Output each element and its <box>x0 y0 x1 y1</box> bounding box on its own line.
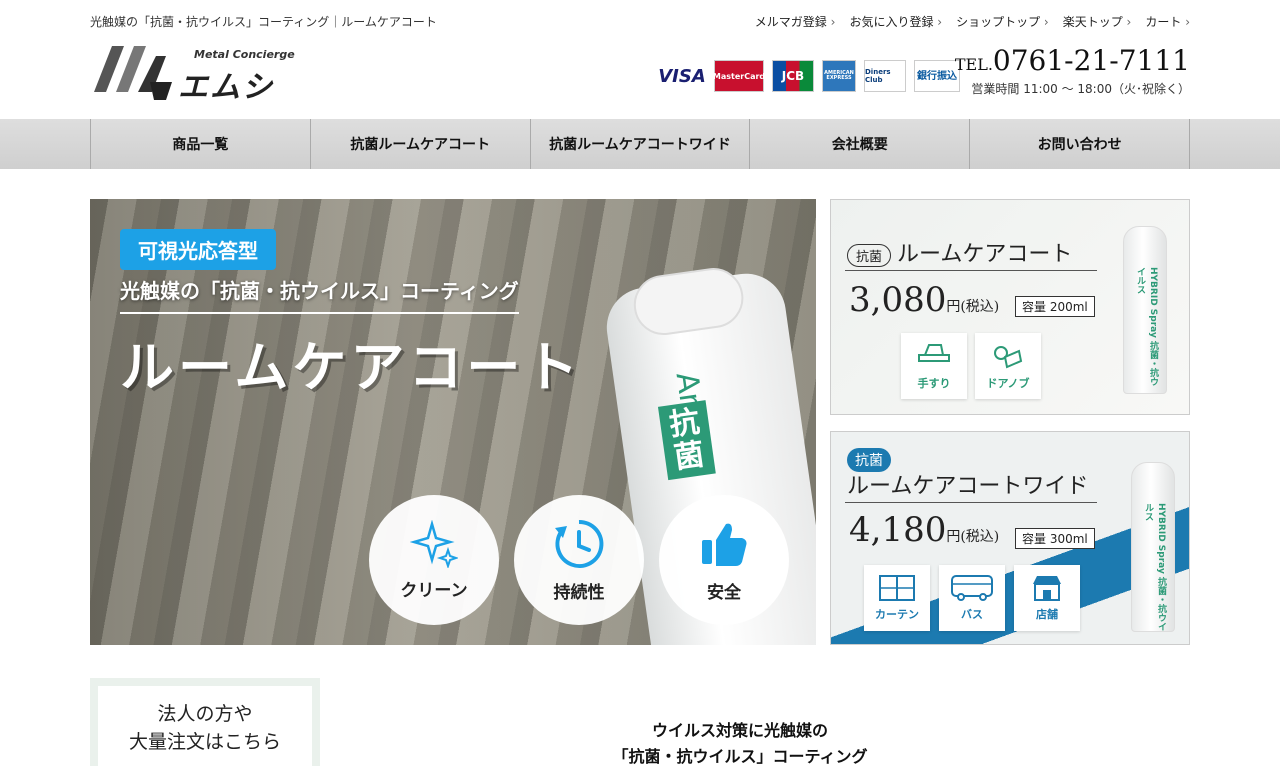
use-curtain: カーテン <box>864 565 930 631</box>
feature-clean-label: クリーン <box>400 580 468 601</box>
link-shop-top[interactable]: ショップトップ <box>956 13 1049 30</box>
clock-icon <box>555 519 604 568</box>
nav-products[interactable]: 商品一覧 <box>90 119 310 169</box>
use-label: 手すり <box>917 377 951 390</box>
feature-durability-label: 持続性 <box>553 582 605 603</box>
product-card-room-care-coat[interactable]: 抗菌 ルームケアコート 3,080円(税込) 容量 200ml 手すり ドアノブ … <box>830 199 1190 415</box>
global-nav: 商品一覧 抗菌ルームケアコート 抗菌ルームケアコートワイド 会社概要 お問い合わ… <box>0 119 1280 169</box>
mastercard-icon: MasterCard <box>713 60 765 92</box>
feature-durability: 持続性 <box>514 495 644 625</box>
business-hours: 営業時間 11:00 ～ 18:00（火･祝除く） <box>971 82 1190 96</box>
bottle-label: HYBRID Spray 抗菌・抗ウイルス <box>1135 267 1158 386</box>
price-value: 3,080 <box>849 280 947 320</box>
logo-subtitle: Metal Concierge <box>194 48 295 61</box>
use-label: バス <box>961 608 983 621</box>
hero-banner[interactable]: Antiv 抗菌 可視光応答型 光触媒の「抗菌・抗ウイルス」コーティング ルーム… <box>90 199 816 645</box>
price-value: 4,180 <box>849 510 947 550</box>
price-unit: 円(税込) <box>946 529 1000 545</box>
use-doorknob: ドアノブ <box>975 333 1041 399</box>
product-volume: 容量 300ml <box>1015 528 1095 549</box>
hero-badge: 可視光応答型 <box>120 229 276 270</box>
product-price: 3,080円(税込) <box>849 280 999 320</box>
bottle-label: HYBRID Spray 抗菌・抗ウイルス <box>1143 503 1166 631</box>
payment-methods: VISA MasterCard JCB AMERICAN EXPRESS Din… <box>658 60 960 92</box>
nav-contact[interactable]: お問い合わせ <box>969 119 1190 169</box>
product-volume: 容量 200ml <box>1015 296 1095 317</box>
use-bus: バス <box>939 565 1005 631</box>
can-label: 抗菌 <box>657 400 716 481</box>
logo-mark-icon <box>94 46 172 100</box>
store-icon <box>1033 576 1061 601</box>
use-label: カーテン <box>875 608 919 621</box>
use-label: ドアノブ <box>986 377 1030 390</box>
bus-icon <box>951 575 993 601</box>
nav-room-care-coat-wide[interactable]: 抗菌ルームケアコートワイド <box>529 119 750 169</box>
link-favorites[interactable]: お気に入り登録 <box>849 13 942 30</box>
thumbs-up-icon <box>702 523 747 566</box>
feature-safety: 安全 <box>659 495 789 625</box>
product-name: ルームケアコートワイド <box>847 474 1089 499</box>
link-rakuten-top[interactable]: 楽天トップ <box>1063 13 1132 30</box>
use-store: 店舗 <box>1014 565 1080 631</box>
diners-icon: Diners Club <box>864 60 906 92</box>
product-card-room-care-coat-wide[interactable]: 抗菌 ルームケアコートワイド 4,180円(税込) 容量 300ml カーテン … <box>830 431 1190 645</box>
intro-heading: ウイルス対策に光触媒の 「抗菌・抗ウイルス」コーティング <box>520 718 960 766</box>
curtain-icon <box>879 575 915 601</box>
site-logo[interactable]: Metal Concierge エムシー <box>90 42 305 149</box>
hero-title: ルームケアコート <box>120 336 583 399</box>
link-mail-magazine[interactable]: メルマガ登録 <box>755 13 836 30</box>
use-label: 店舗 <box>1036 608 1058 621</box>
corporate-banner-text: 法人の方や 大量注文はこちら <box>98 686 312 766</box>
tagline: 光触媒の「抗菌・抗ウイルス」コーティング｜ルームケアコート <box>90 15 437 29</box>
doorknob-icon <box>994 346 1023 369</box>
product-heading: 抗菌 ルームケアコート <box>847 236 1072 268</box>
visa-icon: VISA <box>658 60 706 92</box>
use-handrail: 手すり <box>901 333 967 399</box>
divider <box>845 270 1097 271</box>
sparkle-icon <box>410 519 458 568</box>
spray-nozzle <box>629 264 748 339</box>
tel-prefix: TEL. <box>954 55 993 74</box>
product-bottle-image: HYBRID Spray 抗菌・抗ウイルス <box>1123 226 1167 394</box>
intro-line-1: ウイルス対策に光触媒の <box>651 721 828 740</box>
bank-transfer-icon: 銀行振込 <box>914 60 960 92</box>
corporate-line-2: 大量注文はこちら <box>128 731 281 753</box>
hero-subtitle: 光触媒の「抗菌・抗ウイルス」コーティング <box>120 275 519 314</box>
nav-room-care-coat[interactable]: 抗菌ルームケアコート <box>309 119 530 169</box>
product-price: 4,180円(税込) <box>849 510 999 550</box>
tel-number: 0761-21-7111 <box>992 44 1190 77</box>
jcb-icon: JCB <box>772 60 814 92</box>
product-name: ルームケアコート <box>897 242 1073 267</box>
intro-line-2: 「抗菌・抗ウイルス」コーティング <box>612 746 868 766</box>
amex-icon: AMERICAN EXPRESS <box>822 60 856 92</box>
corporate-order-banner[interactable]: 法人の方や 大量注文はこちら <box>90 678 320 766</box>
phone-number[interactable]: TEL.0761-21-7111 <box>955 44 1190 77</box>
feature-safety-label: 安全 <box>707 582 741 603</box>
feature-clean: クリーン <box>369 495 499 625</box>
product-bottle-image: HYBRID Spray 抗菌・抗ウイルス <box>1131 462 1175 632</box>
top-links: メルマガ登録 お気に入り登録 ショップトップ 楽天トップ カート <box>755 13 1190 30</box>
handrail-icon <box>918 344 950 362</box>
corporate-line-1: 法人の方や <box>157 702 253 725</box>
price-unit: 円(税込) <box>946 299 1000 315</box>
link-cart[interactable]: カート <box>1145 13 1190 30</box>
product-tag: 抗菌 <box>847 244 892 267</box>
nav-company[interactable]: 会社概要 <box>749 119 969 169</box>
divider <box>845 502 1097 503</box>
